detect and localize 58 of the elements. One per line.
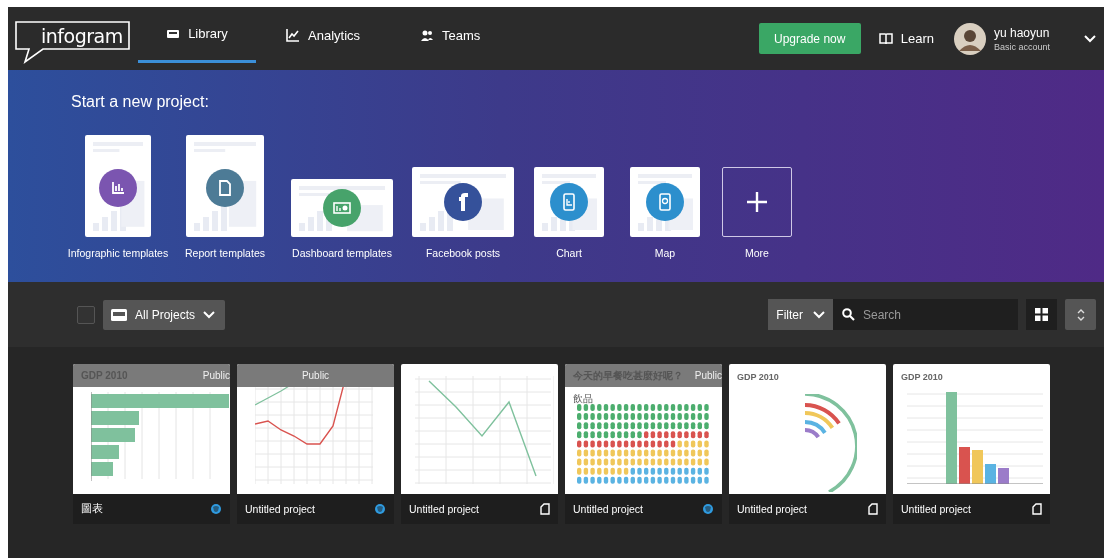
search-icon xyxy=(842,308,855,321)
public-label: Public xyxy=(301,370,330,381)
project-name[interactable]: 圖表 xyxy=(81,502,103,516)
people-icon xyxy=(420,28,435,42)
template-card[interactable] xyxy=(630,167,700,237)
template-label[interactable]: Report templates xyxy=(185,247,265,259)
avatar[interactable] xyxy=(953,22,986,55)
tray-icon xyxy=(111,308,127,321)
template-card[interactable] xyxy=(186,135,264,237)
book-icon xyxy=(878,32,893,45)
template-card[interactable] xyxy=(534,167,604,237)
nav-tab[interactable]: Library xyxy=(138,7,256,63)
template-label[interactable]: Chart xyxy=(556,247,582,259)
public-label: Public xyxy=(694,370,722,381)
template-label[interactable]: More xyxy=(745,247,769,259)
globe-icon[interactable] xyxy=(702,503,714,515)
thumbnail-subtitle: 飲品 xyxy=(573,392,593,406)
chevron-down-icon xyxy=(203,310,216,319)
account-type: Basic account xyxy=(993,41,1050,52)
chevron-down-icon[interactable] xyxy=(1084,34,1096,43)
template-label[interactable]: Map xyxy=(654,247,676,259)
template-label[interactable]: Infographic templates xyxy=(67,247,169,259)
logo-frame-icon xyxy=(13,19,133,65)
globe-icon[interactable] xyxy=(210,503,222,515)
document-icon[interactable] xyxy=(540,503,550,515)
section-title: Start a new project: xyxy=(71,93,210,111)
chevron-down-icon xyxy=(813,310,825,319)
folder-dropdown[interactable]: All Projects xyxy=(103,299,226,330)
search-field[interactable]: Search xyxy=(833,299,1018,330)
select-all-checkbox[interactable] xyxy=(77,305,95,324)
user-name: yu haoyun xyxy=(993,25,1050,40)
document-icon[interactable] xyxy=(1032,503,1042,515)
project-name[interactable]: Untitled project xyxy=(737,503,808,515)
plus-icon xyxy=(746,191,768,213)
template-label[interactable]: Facebook posts xyxy=(425,247,501,259)
template-card[interactable] xyxy=(85,135,151,237)
nav-tab[interactable]: Analytics xyxy=(256,7,391,70)
thumbnail-title: GDP 2010 xyxy=(901,372,944,382)
globe-icon[interactable] xyxy=(374,503,386,515)
grid-icon xyxy=(1035,308,1048,321)
thumbnail-title: GDP 2010 xyxy=(737,372,780,382)
sort-icon xyxy=(1076,308,1085,321)
template-card[interactable] xyxy=(412,167,514,237)
template-label[interactable]: Dashboard templates xyxy=(292,247,392,259)
document-icon[interactable] xyxy=(868,503,878,515)
project-name[interactable]: Untitled project xyxy=(409,503,480,515)
more-tile[interactable] xyxy=(722,167,792,237)
line-chart-icon xyxy=(286,28,300,42)
learn-link[interactable]: Learn xyxy=(878,31,934,46)
project-name[interactable]: Untitled project xyxy=(573,503,644,515)
public-label: Public xyxy=(202,370,230,381)
project-name[interactable]: Untitled project xyxy=(245,503,316,515)
project-name[interactable]: Untitled project xyxy=(901,503,972,515)
grid-view-button[interactable] xyxy=(1026,299,1057,330)
sort-button[interactable] xyxy=(1065,299,1096,330)
template-card[interactable] xyxy=(291,179,393,237)
nav-tab[interactable]: Teams xyxy=(390,7,511,70)
filter-dropdown[interactable]: Filter xyxy=(768,299,833,330)
